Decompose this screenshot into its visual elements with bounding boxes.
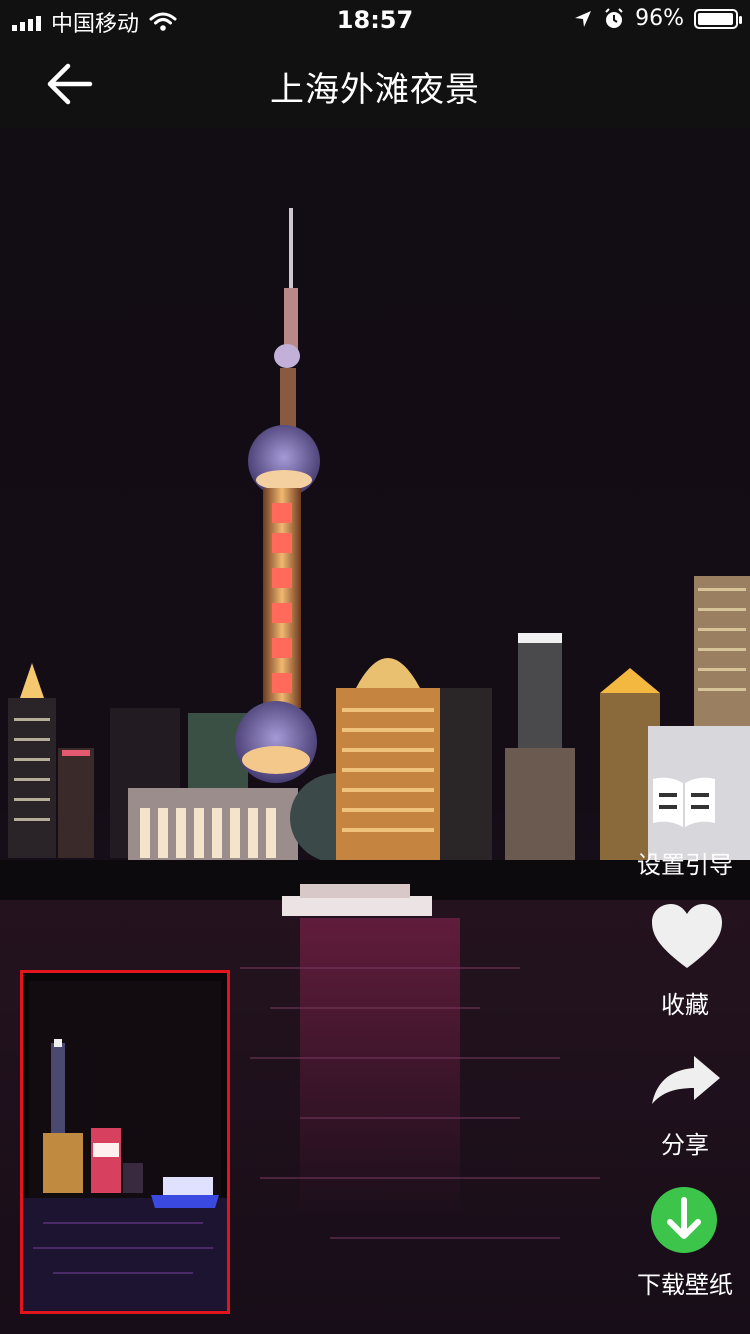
share-label: 分享 bbox=[661, 1131, 709, 1159]
book-icon bbox=[653, 777, 715, 827]
location-arrow-icon bbox=[575, 10, 592, 27]
heart-icon bbox=[652, 904, 722, 968]
page-title: 上海外滩夜景 bbox=[270, 70, 480, 110]
guide-label: 设置引导 bbox=[637, 851, 733, 879]
status-bar: 中国移动 18:57 96% bbox=[0, 0, 750, 40]
thumbnail-preview[interactable] bbox=[20, 970, 230, 1314]
download-label: 下载壁纸 bbox=[637, 1271, 733, 1299]
share-arrow-icon bbox=[652, 1056, 720, 1104]
download-icon bbox=[651, 1187, 717, 1253]
battery-icon bbox=[694, 8, 742, 29]
thumbnail-image bbox=[23, 973, 227, 1311]
favorite-label: 收藏 bbox=[661, 991, 709, 1019]
status-bar-right: 96% bbox=[573, 6, 742, 31]
wallpaper-detail-screen: 中国移动 18:57 96% 上海外滩夜景 设置引导 收藏 分享 下载壁纸 bbox=[0, 0, 750, 1334]
battery-percent: 96% bbox=[635, 6, 684, 31]
alarm-icon bbox=[605, 7, 623, 28]
navigation-bar: 上海外滩夜景 bbox=[0, 40, 750, 128]
